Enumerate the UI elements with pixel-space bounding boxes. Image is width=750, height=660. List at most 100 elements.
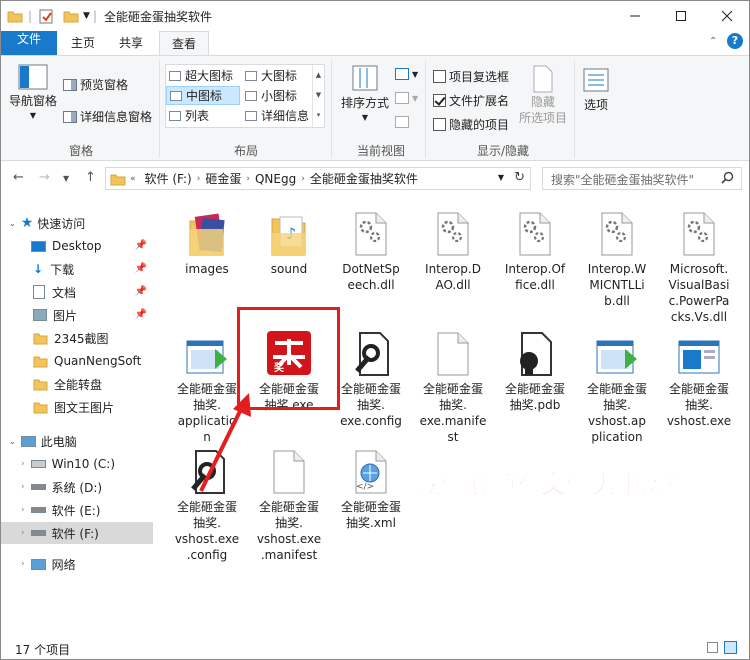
pin-icon[interactable]: 📌 bbox=[135, 286, 147, 297]
overflow-chevron-icon[interactable]: « bbox=[126, 174, 140, 184]
nav-item-quannengsoft[interactable]: QuanNengSoft bbox=[1, 350, 153, 372]
nav-network[interactable]: › 网络 bbox=[1, 553, 153, 575]
file-ext-option[interactable]: 文件扩展名 bbox=[433, 92, 509, 109]
breadcrumb-drive[interactable]: 软件 (F:) bbox=[140, 170, 197, 187]
tab-home[interactable]: 主页 bbox=[63, 31, 103, 55]
folder-music-icon: ♪ bbox=[249, 203, 329, 257]
properties-icon[interactable] bbox=[39, 8, 54, 24]
add-columns-button[interactable]: ▼ bbox=[395, 92, 418, 104]
close-button[interactable] bbox=[704, 1, 750, 31]
hide-selected-icon bbox=[533, 65, 553, 93]
nav-item-tuwenwang[interactable]: 图文王图片 bbox=[1, 396, 153, 418]
file-item[interactable]: 全能砸金蛋 抽奖. exe.config bbox=[331, 323, 411, 429]
new-folder-icon[interactable] bbox=[63, 8, 79, 24]
layout-extra-large-icons[interactable]: 超大图标 bbox=[166, 66, 240, 85]
chevron-right-icon[interactable]: › bbox=[21, 505, 25, 515]
file-item[interactable]: Interop.Of fice.dll bbox=[495, 203, 575, 293]
nav-item-downloads[interactable]: ↓ 下载 📌 bbox=[1, 258, 153, 280]
maximize-button[interactable] bbox=[658, 1, 704, 31]
breadcrumb-zajindan[interactable]: 砸金蛋 bbox=[200, 170, 246, 187]
up-arrow-icon[interactable]: ↑ bbox=[85, 170, 96, 185]
recent-dropdown-icon[interactable]: ▼ bbox=[63, 174, 69, 183]
large-icons-view-icon[interactable] bbox=[724, 641, 737, 654]
address-dropdown-icon[interactable]: ▼ bbox=[498, 173, 504, 182]
layout-details[interactable]: 详细信息 bbox=[242, 106, 312, 125]
file-ext-checkbox[interactable] bbox=[433, 94, 446, 107]
chevron-up-icon[interactable]: ⌃ bbox=[709, 36, 717, 47]
layout-medium-icons[interactable]: 中图标 bbox=[166, 86, 240, 105]
nav-this-pc[interactable]: ⌄ 此电脑 bbox=[1, 430, 153, 452]
chevron-down-icon[interactable]: ⌄ bbox=[9, 219, 16, 228]
chevron-right-icon[interactable]: › bbox=[21, 482, 25, 492]
explorer-window: | ▼ | 全能砸金蛋抽奖软件 文件 主页 共享 查看 ⌃ ? 导航窗格 ▼ 预… bbox=[0, 0, 750, 660]
nav-drive-c[interactable]: › Win10 (C:) bbox=[1, 453, 153, 475]
layout-large-icons[interactable]: 大图标 bbox=[242, 66, 312, 85]
chevron-right-icon[interactable]: › bbox=[21, 559, 25, 569]
layout-small-icons[interactable]: 小图标 bbox=[242, 86, 312, 105]
hide-selected-button[interactable]: 隐藏 所选项目 bbox=[519, 64, 567, 126]
back-arrow-icon[interactable]: ← bbox=[13, 170, 24, 185]
search-icon[interactable] bbox=[721, 171, 734, 187]
size-columns-icon bbox=[395, 116, 409, 128]
group-by-button[interactable]: ▼ bbox=[395, 68, 418, 80]
file-item[interactable]: Microsoft. VisualBasi c.PowerPa cks.Vs.dll bbox=[659, 203, 739, 325]
chevron-right-icon[interactable]: › bbox=[21, 459, 25, 469]
forward-arrow-icon[interactable]: → bbox=[39, 170, 50, 185]
file-item[interactable]: 全能砸金蛋 抽奖. exe.manife st bbox=[413, 323, 493, 445]
nav-pane-button[interactable]: 导航窗格 ▼ bbox=[9, 64, 57, 120]
nav-label: 图文王图片 bbox=[54, 400, 115, 415]
nav-quick-access[interactable]: ⌄ ★ 快速访问 bbox=[1, 212, 153, 234]
hidden-items-option[interactable]: 隐藏的项目 bbox=[433, 116, 509, 133]
file-item[interactable]: ♪ sound bbox=[249, 203, 329, 277]
minimize-button[interactable] bbox=[612, 1, 658, 31]
tab-view[interactable]: 查看 bbox=[159, 31, 209, 56]
file-item[interactable]: Interop.W MICNTLLi b.dll bbox=[577, 203, 657, 309]
pin-icon[interactable]: 📌 bbox=[135, 240, 147, 251]
help-icon[interactable]: ? bbox=[727, 33, 743, 49]
file-item[interactable]: images bbox=[167, 203, 247, 277]
file-item[interactable]: 全能砸金蛋 抽奖. vshost.ap plication bbox=[577, 323, 657, 445]
pin-icon[interactable]: 📌 bbox=[135, 263, 147, 274]
nav-item-quannengzhuanpan[interactable]: 全能转盘 bbox=[1, 373, 153, 395]
search-input[interactable]: 搜索"全能砸金蛋抽奖软件" bbox=[542, 167, 742, 190]
nav-drive-e[interactable]: › 软件 (E:) bbox=[1, 499, 153, 521]
nav-item-documents[interactable]: 文档 📌 bbox=[1, 281, 153, 303]
nav-item-2345[interactable]: 2345截图 bbox=[1, 327, 153, 349]
nav-item-pictures[interactable]: 图片 📌 bbox=[1, 304, 153, 326]
quick-access-dropdown[interactable]: ▼ bbox=[83, 8, 90, 24]
item-checkboxes-option[interactable]: 项目复选框 bbox=[433, 68, 509, 85]
layout-list[interactable]: 列表 bbox=[166, 106, 240, 125]
file-item[interactable]: 全能砸金蛋 抽奖. vshost.exe bbox=[659, 323, 739, 429]
breadcrumb-qnegg[interactable]: QNEgg bbox=[250, 172, 301, 186]
file-item[interactable]: DotNetSp eech.dll bbox=[331, 203, 411, 293]
size-columns-button[interactable] bbox=[395, 116, 409, 128]
breadcrumb-current[interactable]: 全能砸金蛋抽奖软件 bbox=[305, 170, 423, 187]
hidden-items-checkbox[interactable] bbox=[433, 118, 446, 131]
sort-by-button[interactable]: 排序方式 ▼ bbox=[341, 64, 389, 122]
nav-drive-d[interactable]: › 系统 (D:) bbox=[1, 476, 153, 498]
options-button[interactable]: 选项 bbox=[583, 68, 609, 113]
nav-drive-f[interactable]: › 软件 (F:) bbox=[1, 522, 153, 544]
pin-icon[interactable]: 📌 bbox=[135, 309, 147, 320]
preview-pane-button[interactable]: 预览窗格 bbox=[63, 76, 128, 93]
tab-file[interactable]: 文件 bbox=[1, 31, 57, 55]
address-bar[interactable]: « 软件 (F:) › 砸金蛋 › QNEgg › 全能砸金蛋抽奖软件 ▼ ↻ bbox=[105, 167, 531, 190]
window-title: 全能砸金蛋抽奖软件 bbox=[104, 10, 213, 24]
file-item[interactable]: </> 全能砸金蛋 抽奖.xml bbox=[331, 441, 411, 531]
tab-share[interactable]: 共享 bbox=[111, 31, 151, 55]
gallery-scroll[interactable]: ▲ ▼ ▾ bbox=[312, 65, 324, 127]
chevron-down-icon[interactable]: ⌄ bbox=[9, 437, 16, 446]
file-name: 全能砸金蛋 抽奖. vshost.ap plication bbox=[586, 382, 647, 444]
nav-item-desktop[interactable]: Desktop 📌 bbox=[1, 235, 153, 257]
details-view-icon[interactable] bbox=[707, 642, 718, 653]
item-checkboxes-checkbox[interactable] bbox=[433, 70, 446, 83]
refresh-icon[interactable]: ↻ bbox=[514, 170, 525, 185]
file-item[interactable]: 全能砸金蛋 抽奖. vshost.exe .manifest bbox=[249, 441, 329, 563]
medium-icons-icon bbox=[170, 90, 182, 101]
file-item[interactable]: Interop.D AO.dll bbox=[413, 203, 493, 293]
group-by-icon bbox=[395, 68, 409, 80]
file-item[interactable]: 全能砸金蛋 抽奖.pdb bbox=[495, 323, 575, 413]
chevron-right-icon[interactable]: › bbox=[21, 528, 25, 538]
svg-text:</>: </> bbox=[356, 482, 374, 492]
details-pane-button[interactable]: 详细信息窗格 bbox=[63, 108, 152, 125]
